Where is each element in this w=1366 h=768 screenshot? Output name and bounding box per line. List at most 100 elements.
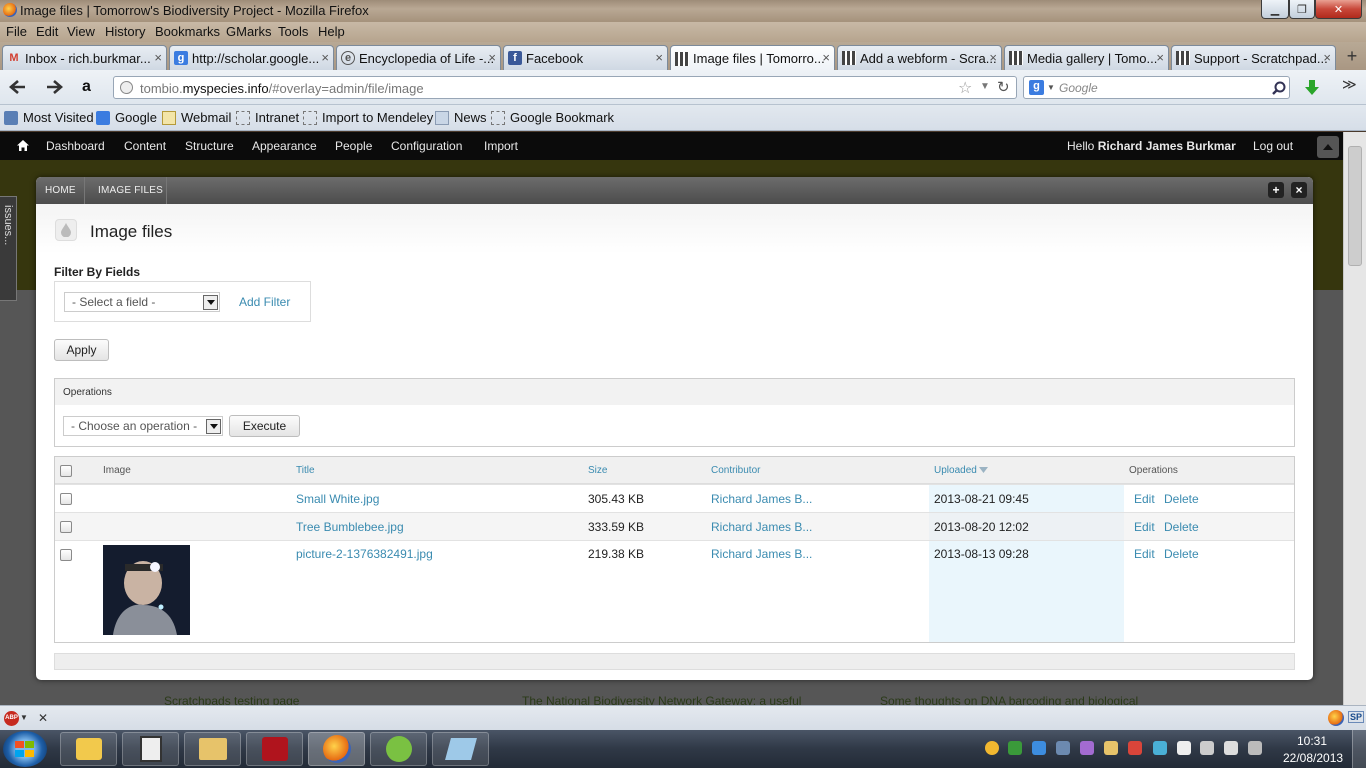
reload-icon[interactable]: ↻ [997,78,1010,96]
search-engine-icon[interactable]: g [1029,80,1044,95]
tray-network-app-icon[interactable] [1153,741,1167,755]
new-tab-button[interactable]: + [1341,47,1363,67]
tab-eol[interactable]: e Encyclopedia of Life -... × [336,45,501,70]
filter-field-select[interactable]: - Select a field - [64,292,220,312]
menu-view[interactable]: View [67,24,95,39]
url-bar[interactable]: tombio.myspecies.info/#overlay=admin/fil… [113,76,1017,99]
taskbar-jing[interactable] [370,732,427,766]
toolbar-dashboard[interactable]: Dashboard [46,139,105,153]
firefox-sync-icon[interactable] [1328,710,1344,726]
tray-sync-icon[interactable] [1056,741,1070,755]
amazon-icon[interactable]: a [82,78,100,96]
tab-close-icon[interactable]: × [989,50,997,65]
logout-link[interactable]: Log out [1253,139,1293,153]
tray-speaker-app-icon[interactable] [1128,741,1142,755]
close-window-button[interactable]: ✕ [1315,0,1362,19]
add-shortcut-button[interactable]: + [1268,182,1284,198]
bookmark-intranet[interactable]: Intranet [236,110,299,125]
volume-icon[interactable] [1224,741,1238,755]
flag-icon[interactable] [1177,741,1191,755]
taskbar-notes[interactable] [432,732,489,766]
file-title-link[interactable]: Tree Bumblebee.jpg [296,520,404,534]
search-input[interactable]: Google [1059,81,1098,95]
delete-link[interactable]: Delete [1164,520,1199,534]
tray-app-icon[interactable] [1080,741,1094,755]
tab-close-icon[interactable]: × [822,50,830,65]
bookmark-webmail[interactable]: Webmail [162,110,231,125]
edit-link[interactable]: Edit [1134,520,1155,534]
menu-edit[interactable]: Edit [36,24,58,39]
menu-file[interactable]: File [6,24,27,39]
delete-link[interactable]: Delete [1164,547,1199,561]
column-size[interactable]: Size [588,465,607,476]
tab-close-icon[interactable]: × [1156,50,1164,65]
column-title[interactable]: Title [296,465,315,476]
toolbar-drawer-toggle[interactable] [1317,136,1339,158]
column-contributor[interactable]: Contributor [711,465,760,476]
chevron-down-icon[interactable]: ▼ [20,713,28,722]
taskbar-mendeley[interactable] [246,732,303,766]
file-title-link[interactable]: Small White.jpg [296,492,379,506]
column-uploaded[interactable]: Uploaded [934,465,988,476]
search-icon[interactable] [1272,81,1286,95]
taskbar-firefox[interactable] [308,732,365,766]
edit-link[interactable]: Edit [1134,547,1155,561]
toolbar-import[interactable]: Import [484,139,518,153]
toolbar-content[interactable]: Content [124,139,166,153]
minimize-button[interactable]: ▁ [1261,0,1289,19]
taskbar-explorer[interactable] [184,732,241,766]
menu-gmarks[interactable]: GMarks [226,24,272,39]
tab-close-icon[interactable]: × [1323,50,1331,65]
breadcrumb-home[interactable]: HOME [45,185,76,196]
scrollbar-thumb[interactable] [1348,146,1362,266]
bookmark-most-visited[interactable]: Most Visited [4,110,94,125]
home-icon[interactable] [17,140,29,151]
toolbar-structure[interactable]: Structure [185,139,234,153]
apply-button[interactable]: Apply [54,339,109,361]
scratchpads-sp-icon[interactable]: SP [1348,711,1365,723]
site-identity-icon[interactable] [120,81,133,94]
toolbar-people[interactable]: People [335,139,372,153]
show-desktop-button[interactable] [1352,730,1366,768]
bookmark-mendeley[interactable]: Import to Mendeley [303,110,433,125]
tray-dropbox-icon[interactable] [1032,741,1046,755]
tray-drive-icon[interactable] [1008,741,1022,755]
add-filter-link[interactable]: Add Filter [239,295,290,309]
bookmark-google-bookmark[interactable]: Google Bookmark [491,110,614,125]
tab-scholar[interactable]: g http://scholar.google... × [169,45,334,70]
start-button[interactable] [3,731,47,767]
toolbar-appearance[interactable]: Appearance [252,139,317,153]
issues-side-tab[interactable]: issues... [0,196,17,301]
history-dropdown-icon[interactable]: ▼ [980,81,990,92]
addon-bar-icon[interactable]: ≫ [1342,76,1362,96]
close-addon-bar-icon[interactable]: ✕ [38,711,48,725]
edit-link[interactable]: Edit [1134,492,1155,506]
network-icon[interactable] [1200,741,1214,755]
adblock-icon[interactable]: ABP [4,711,19,726]
tab-close-icon[interactable]: × [154,50,162,65]
row-checkbox[interactable] [60,493,72,505]
page-scrollbar[interactable] [1343,132,1366,705]
menu-history[interactable]: History [105,24,145,39]
contributor-link[interactable]: Richard James B... [711,547,812,561]
contributor-link[interactable]: Richard James B... [711,520,812,534]
bookmark-news[interactable]: News [435,110,487,125]
taskbar-outlook[interactable] [60,732,117,766]
back-arrow-icon[interactable] [9,79,27,95]
taskbar-calculator[interactable] [122,732,179,766]
breadcrumb-image-files[interactable]: IMAGE FILES [98,185,163,196]
toolbar-configuration[interactable]: Configuration [391,139,462,153]
tab-add-webform[interactable]: Add a webform - Scra... × [837,45,1002,70]
clock[interactable]: 10:31 22/08/2013 [1283,734,1343,765]
tab-close-icon[interactable]: × [321,50,329,65]
tab-close-icon[interactable]: × [488,50,496,65]
file-title-link[interactable]: picture-2-1376382491.jpg [296,547,433,561]
window-title-bar[interactable]: Image files | Tomorrow's Biodiversity Pr… [0,0,1366,22]
download-arrow-icon[interactable] [1303,79,1321,97]
power-icon[interactable] [1248,741,1262,755]
execute-button[interactable]: Execute [229,415,300,437]
bookmark-star-icon[interactable]: ☆ [958,78,972,98]
select-all-checkbox[interactable] [60,465,72,477]
tab-image-files[interactable]: Image files | Tomorro... × [670,45,835,71]
tab-support[interactable]: Support - Scratchpad... × [1171,45,1336,70]
